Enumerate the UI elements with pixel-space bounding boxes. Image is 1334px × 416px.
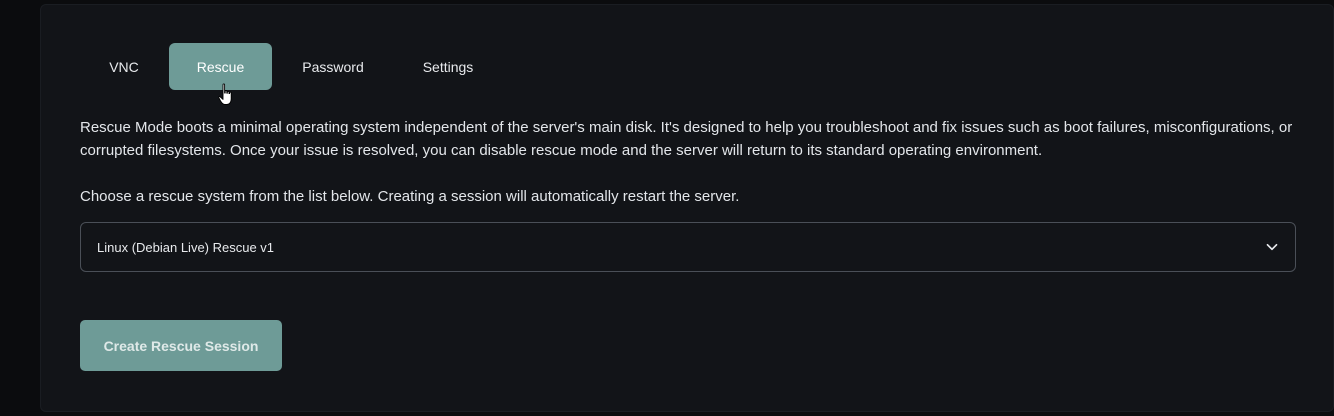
rescue-instructions: Choose a rescue system from the list bel… [80,188,740,205]
server-panel: VNC Rescue Password Settings Rescue Mode… [40,4,1334,412]
hand-pointer-icon [218,83,232,105]
tab-settings[interactable]: Settings [394,43,502,90]
rescue-system-select[interactable]: Linux (Debian Live) Rescue v1 [80,222,1296,272]
tab-password[interactable]: Password [274,43,392,90]
tab-bar: VNC Rescue Password Settings [81,43,504,90]
rescue-description: Rescue Mode boots a minimal operating sy… [80,119,1293,159]
create-rescue-session-button[interactable]: Create Rescue Session [80,320,282,371]
chevron-down-icon [1266,243,1278,251]
tab-vnc[interactable]: VNC [81,43,167,90]
rescue-system-selected-value: Linux (Debian Live) Rescue v1 [97,239,275,255]
